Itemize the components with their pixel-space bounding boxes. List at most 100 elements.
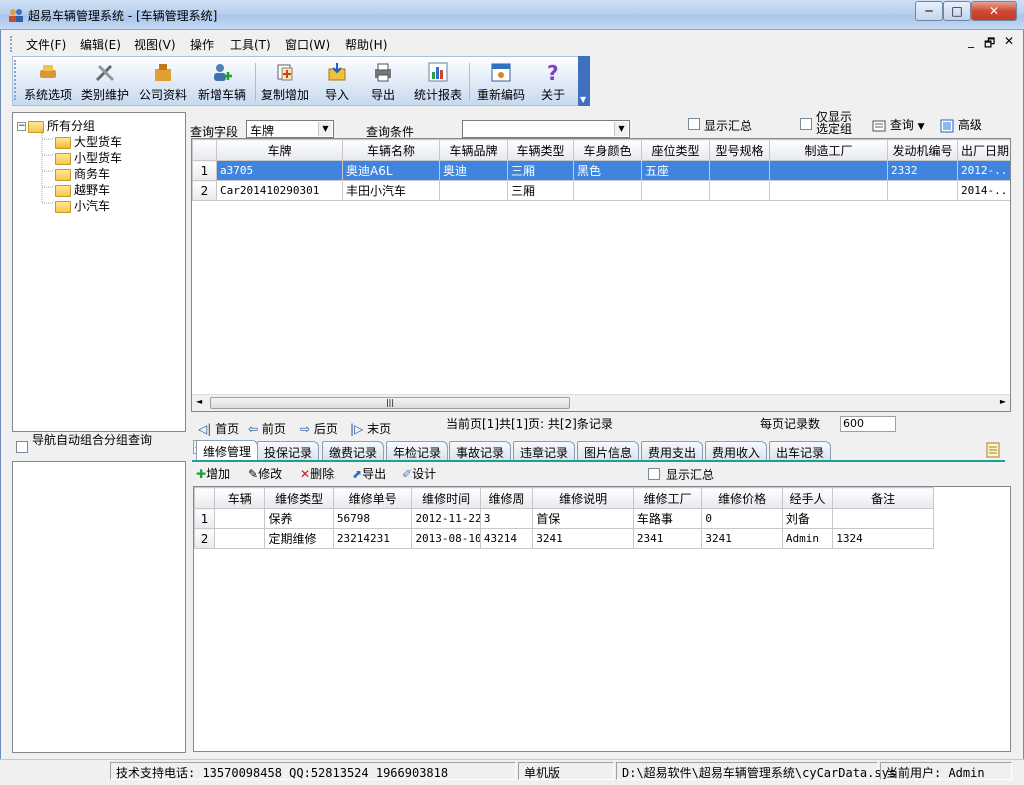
- col-name[interactable]: 车辆名称: [342, 139, 440, 161]
- horizontal-scrollbar[interactable]: ◄ ||| ►: [192, 394, 1010, 411]
- tree-item-business-car[interactable]: 商务车: [55, 165, 110, 182]
- menu-tools[interactable]: 工具(T): [230, 36, 271, 53]
- only-selected-checkbox[interactable]: [800, 118, 812, 130]
- menu-operate[interactable]: 操作: [190, 36, 214, 53]
- tab-income[interactable]: 费用收入: [705, 441, 768, 461]
- minimize-button[interactable]: ─: [915, 1, 943, 21]
- sub-delete-button[interactable]: ✕删除: [300, 465, 334, 482]
- col-type[interactable]: 车辆类型: [507, 139, 574, 161]
- maximize-button[interactable]: □: [943, 1, 971, 21]
- nav-auto-group-label: 导航自动组合分组查询: [32, 433, 153, 447]
- scroll-left-icon[interactable]: ◄: [196, 397, 202, 406]
- col-repair-type[interactable]: 维修类型: [264, 487, 334, 509]
- query-field-select[interactable]: 车牌 ▼: [246, 120, 334, 138]
- mdi-minimize-button[interactable]: _: [968, 34, 974, 48]
- col-repair-factory[interactable]: 维修工厂: [632, 487, 703, 509]
- document-icon[interactable]: [984, 442, 1002, 458]
- tab-trip[interactable]: 出车记录: [769, 441, 832, 461]
- tab-repair[interactable]: 维修管理: [196, 440, 259, 461]
- tree-item-car[interactable]: 小汽车: [55, 197, 110, 214]
- sub-add-button[interactable]: ✚增加: [196, 465, 230, 482]
- prev-page-button[interactable]: ⇦ 前页: [248, 420, 286, 437]
- company-info-button[interactable]: 公司资料: [137, 59, 189, 105]
- sub-design-button[interactable]: ✐设计: [402, 465, 436, 482]
- tab-violation[interactable]: 违章记录: [513, 441, 576, 461]
- col-factory[interactable]: 制造工厂: [769, 139, 888, 161]
- tab-expense[interactable]: 费用支出: [641, 441, 704, 461]
- system-options-button[interactable]: 系统选项: [21, 59, 75, 105]
- table-row[interactable]: 2 Car201410290301 丰田小汽车 三厢 2014-...: [192, 180, 1010, 201]
- tab-pictures[interactable]: 图片信息: [577, 441, 640, 461]
- menu-bar: 文件(F) 编辑(E) 视图(V) 操作 工具(T) 窗口(W) 帮助(H): [12, 32, 1022, 54]
- recode-button[interactable]: 重新编码: [473, 59, 529, 105]
- paperclip-icon: ✐: [402, 467, 413, 481]
- first-page-button[interactable]: ◁| 首页: [198, 420, 239, 437]
- mdi-restore-button[interactable]: 🗗: [984, 34, 995, 55]
- col-remark[interactable]: 备注: [832, 487, 934, 509]
- query-cond-select[interactable]: ▼: [462, 120, 630, 138]
- export-button[interactable]: 导出: [365, 59, 401, 105]
- first-page-icon: ◁|: [198, 422, 212, 436]
- scroll-right-icon[interactable]: ►: [1000, 397, 1006, 406]
- col-model[interactable]: 型号规格: [709, 139, 770, 161]
- toolbar-overflow-button[interactable]: ▼: [578, 56, 590, 106]
- collapse-icon[interactable]: −: [17, 122, 26, 131]
- help-icon: ?: [547, 61, 559, 83]
- col-date[interactable]: 出厂日期: [957, 139, 1010, 161]
- copy-icon: [277, 64, 293, 81]
- col-repair-desc[interactable]: 维修说明: [532, 487, 634, 509]
- menu-help[interactable]: 帮助(H): [345, 36, 387, 53]
- col-plate[interactable]: 车牌: [216, 139, 343, 161]
- tab-underline: [192, 460, 1005, 462]
- table-row[interactable]: 2 定期维修 23214231 2013-08-10 43214 3241 23…: [194, 528, 934, 549]
- col-handler[interactable]: 经手人: [781, 487, 834, 509]
- table-row[interactable]: 1 a3705 奥迪A6L 奥迪 三厢 黑色 五座 2332 2012-...: [192, 160, 1010, 181]
- sub-edit-button[interactable]: ✎修改: [248, 465, 282, 482]
- next-page-button[interactable]: ⇨ 后页: [300, 420, 338, 437]
- vehicle-header-row: 车牌 车辆名称 车辆品牌 车辆类型 车身颜色 座位类型 型号规格 制造工厂 发动…: [192, 139, 1010, 161]
- tree-item-offroad[interactable]: 越野车: [55, 181, 110, 198]
- mdi-close-button[interactable]: ✕: [1004, 34, 1014, 48]
- col-repair-time[interactable]: 维修时间: [411, 487, 481, 509]
- close-button[interactable]: ✕: [971, 1, 1017, 21]
- wrench-icon: [95, 64, 115, 82]
- folder-icon: [55, 152, 71, 165]
- menu-window[interactable]: 窗口(W): [285, 36, 330, 53]
- tab-accident[interactable]: 事故记录: [449, 441, 512, 461]
- edit-icon: ✎: [248, 467, 259, 481]
- menu-edit[interactable]: 编辑(E): [80, 36, 121, 53]
- menu-view[interactable]: 视图(V): [134, 36, 176, 53]
- col-repair-price[interactable]: 维修价格: [701, 487, 783, 509]
- folder-open-icon: [55, 136, 71, 149]
- tab-payment[interactable]: 缴费记录: [322, 441, 385, 461]
- col-color[interactable]: 车身颜色: [573, 139, 642, 161]
- col-brand[interactable]: 车辆品牌: [439, 139, 508, 161]
- copy-add-button[interactable]: 复制增加: [259, 59, 311, 105]
- menu-file[interactable]: 文件(F): [26, 36, 66, 53]
- advanced-button[interactable]: 高级: [940, 116, 982, 133]
- col-repair-week[interactable]: 维修周: [479, 487, 534, 509]
- tab-insurance[interactable]: 投保记录: [257, 441, 320, 461]
- last-page-button[interactable]: |▷ 末页: [350, 420, 391, 437]
- add-vehicle-button[interactable]: 新增车辆: [195, 59, 249, 105]
- query-button[interactable]: 查询 ▼: [872, 116, 925, 133]
- show-summary-checkbox[interactable]: [688, 118, 700, 130]
- col-repair-no[interactable]: 维修单号: [332, 487, 413, 509]
- tab-inspection[interactable]: 年检记录: [386, 441, 449, 461]
- table-row[interactable]: 1 保养 56798 2012-11-22 3 首保 车路事 0 刘备: [194, 508, 934, 529]
- chevron-down-icon: ▼: [580, 95, 587, 104]
- tree-item-large-truck[interactable]: 大型货车: [55, 133, 122, 150]
- sub-summary-checkbox[interactable]: [648, 468, 660, 480]
- nav-auto-group-checkbox[interactable]: [16, 441, 28, 453]
- category-maintain-button[interactable]: 类别维护: [79, 59, 131, 105]
- statistics-report-button[interactable]: 统计报表: [411, 59, 465, 105]
- col-engine[interactable]: 发动机编号: [887, 139, 958, 161]
- import-button[interactable]: 导入: [319, 59, 355, 105]
- about-button[interactable]: ? 关于: [535, 59, 571, 105]
- per-page-input[interactable]: 600: [840, 416, 896, 432]
- sub-export-button[interactable]: ⬈导出: [352, 465, 386, 482]
- col-vehicle[interactable]: 车辆: [214, 487, 266, 509]
- scroll-thumb[interactable]: |||: [210, 397, 570, 409]
- tree-item-small-truck[interactable]: 小型货车: [55, 149, 122, 166]
- col-seat[interactable]: 座位类型: [641, 139, 710, 161]
